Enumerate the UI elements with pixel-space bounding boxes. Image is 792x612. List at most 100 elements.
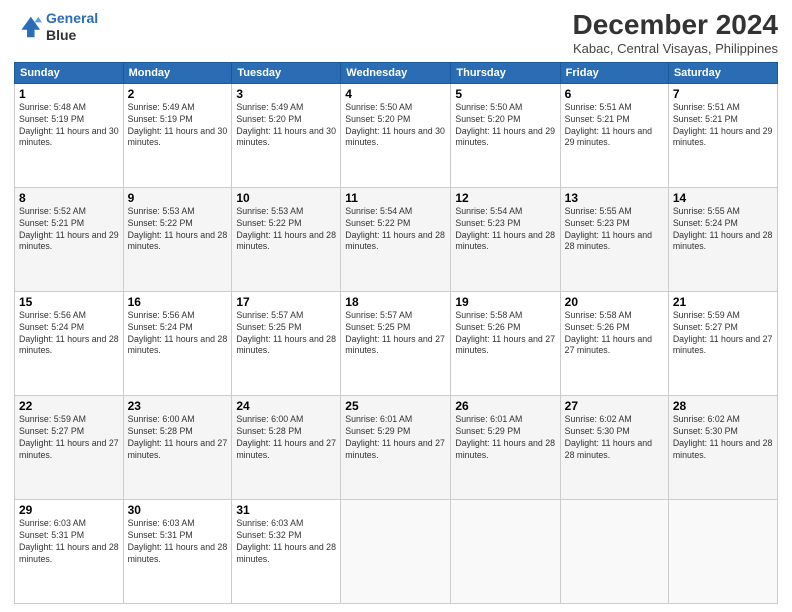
day-info: Sunrise: 5:51 AM Sunset: 5:21 PM Dayligh…	[673, 102, 773, 150]
calendar-cell: 6 Sunrise: 5:51 AM Sunset: 5:21 PM Dayli…	[560, 83, 668, 187]
day-number: 22	[19, 399, 119, 413]
main-title: December 2024	[573, 10, 778, 41]
day-info: Sunrise: 5:49 AM Sunset: 5:19 PM Dayligh…	[128, 102, 228, 150]
calendar-cell: 17 Sunrise: 5:57 AM Sunset: 5:25 PM Dayl…	[232, 291, 341, 395]
day-info: Sunrise: 5:51 AM Sunset: 5:21 PM Dayligh…	[565, 102, 664, 150]
logo: General Blue	[14, 10, 98, 44]
day-number: 31	[236, 503, 336, 517]
day-info: Sunrise: 5:55 AM Sunset: 5:24 PM Dayligh…	[673, 206, 773, 254]
calendar-cell: 29 Sunrise: 6:03 AM Sunset: 5:31 PM Dayl…	[15, 499, 124, 603]
day-info: Sunrise: 5:56 AM Sunset: 5:24 PM Dayligh…	[128, 310, 228, 358]
calendar-cell: 1 Sunrise: 5:48 AM Sunset: 5:19 PM Dayli…	[15, 83, 124, 187]
day-number: 9	[128, 191, 228, 205]
day-info: Sunrise: 6:03 AM Sunset: 5:32 PM Dayligh…	[236, 518, 336, 566]
day-number: 1	[19, 87, 119, 101]
day-info: Sunrise: 5:58 AM Sunset: 5:26 PM Dayligh…	[565, 310, 664, 358]
day-info: Sunrise: 6:00 AM Sunset: 5:28 PM Dayligh…	[236, 414, 336, 462]
calendar-cell: 12 Sunrise: 5:54 AM Sunset: 5:23 PM Dayl…	[451, 187, 560, 291]
col-tuesday: Tuesday	[232, 62, 341, 83]
day-info: Sunrise: 5:58 AM Sunset: 5:26 PM Dayligh…	[455, 310, 555, 358]
calendar-cell: 18 Sunrise: 5:57 AM Sunset: 5:25 PM Dayl…	[341, 291, 451, 395]
day-number: 27	[565, 399, 664, 413]
calendar-cell: 15 Sunrise: 5:56 AM Sunset: 5:24 PM Dayl…	[15, 291, 124, 395]
day-number: 6	[565, 87, 664, 101]
calendar-cell: 27 Sunrise: 6:02 AM Sunset: 5:30 PM Dayl…	[560, 395, 668, 499]
calendar-cell: 21 Sunrise: 5:59 AM Sunset: 5:27 PM Dayl…	[668, 291, 777, 395]
day-info: Sunrise: 6:03 AM Sunset: 5:31 PM Dayligh…	[19, 518, 119, 566]
day-number: 29	[19, 503, 119, 517]
col-sunday: Sunday	[15, 62, 124, 83]
calendar-week-row: 8 Sunrise: 5:52 AM Sunset: 5:21 PM Dayli…	[15, 187, 778, 291]
header: General Blue December 2024 Kabac, Centra…	[14, 10, 778, 56]
calendar-cell: 16 Sunrise: 5:56 AM Sunset: 5:24 PM Dayl…	[123, 291, 232, 395]
day-number: 28	[673, 399, 773, 413]
calendar-cell: 2 Sunrise: 5:49 AM Sunset: 5:19 PM Dayli…	[123, 83, 232, 187]
day-info: Sunrise: 6:02 AM Sunset: 5:30 PM Dayligh…	[673, 414, 773, 462]
day-info: Sunrise: 5:50 AM Sunset: 5:20 PM Dayligh…	[345, 102, 446, 150]
day-info: Sunrise: 5:54 AM Sunset: 5:23 PM Dayligh…	[455, 206, 555, 254]
page: General Blue December 2024 Kabac, Centra…	[0, 0, 792, 612]
day-number: 7	[673, 87, 773, 101]
day-number: 3	[236, 87, 336, 101]
calendar-cell	[451, 499, 560, 603]
day-info: Sunrise: 5:55 AM Sunset: 5:23 PM Dayligh…	[565, 206, 664, 254]
day-info: Sunrise: 6:01 AM Sunset: 5:29 PM Dayligh…	[455, 414, 555, 462]
day-info: Sunrise: 5:59 AM Sunset: 5:27 PM Dayligh…	[673, 310, 773, 358]
day-info: Sunrise: 5:54 AM Sunset: 5:22 PM Dayligh…	[345, 206, 446, 254]
calendar-cell: 8 Sunrise: 5:52 AM Sunset: 5:21 PM Dayli…	[15, 187, 124, 291]
calendar-week-row: 29 Sunrise: 6:03 AM Sunset: 5:31 PM Dayl…	[15, 499, 778, 603]
day-number: 21	[673, 295, 773, 309]
col-monday: Monday	[123, 62, 232, 83]
day-info: Sunrise: 6:03 AM Sunset: 5:31 PM Dayligh…	[128, 518, 228, 566]
calendar-cell	[341, 499, 451, 603]
day-info: Sunrise: 6:02 AM Sunset: 5:30 PM Dayligh…	[565, 414, 664, 462]
day-info: Sunrise: 5:49 AM Sunset: 5:20 PM Dayligh…	[236, 102, 336, 150]
day-info: Sunrise: 5:50 AM Sunset: 5:20 PM Dayligh…	[455, 102, 555, 150]
calendar-cell: 22 Sunrise: 5:59 AM Sunset: 5:27 PM Dayl…	[15, 395, 124, 499]
day-number: 8	[19, 191, 119, 205]
day-number: 25	[345, 399, 446, 413]
calendar-cell: 31 Sunrise: 6:03 AM Sunset: 5:32 PM Dayl…	[232, 499, 341, 603]
logo-icon	[14, 13, 42, 41]
calendar-cell: 7 Sunrise: 5:51 AM Sunset: 5:21 PM Dayli…	[668, 83, 777, 187]
calendar-cell: 13 Sunrise: 5:55 AM Sunset: 5:23 PM Dayl…	[560, 187, 668, 291]
day-number: 13	[565, 191, 664, 205]
day-number: 2	[128, 87, 228, 101]
subtitle: Kabac, Central Visayas, Philippines	[573, 41, 778, 56]
calendar-cell: 28 Sunrise: 6:02 AM Sunset: 5:30 PM Dayl…	[668, 395, 777, 499]
day-number: 11	[345, 191, 446, 205]
calendar-week-row: 22 Sunrise: 5:59 AM Sunset: 5:27 PM Dayl…	[15, 395, 778, 499]
calendar-cell: 25 Sunrise: 6:01 AM Sunset: 5:29 PM Dayl…	[341, 395, 451, 499]
day-number: 26	[455, 399, 555, 413]
day-number: 14	[673, 191, 773, 205]
calendar-cell	[560, 499, 668, 603]
day-info: Sunrise: 5:56 AM Sunset: 5:24 PM Dayligh…	[19, 310, 119, 358]
col-friday: Friday	[560, 62, 668, 83]
calendar-cell: 10 Sunrise: 5:53 AM Sunset: 5:22 PM Dayl…	[232, 187, 341, 291]
calendar-cell: 11 Sunrise: 5:54 AM Sunset: 5:22 PM Dayl…	[341, 187, 451, 291]
day-info: Sunrise: 5:59 AM Sunset: 5:27 PM Dayligh…	[19, 414, 119, 462]
calendar-cell: 5 Sunrise: 5:50 AM Sunset: 5:20 PM Dayli…	[451, 83, 560, 187]
day-number: 19	[455, 295, 555, 309]
day-info: Sunrise: 6:01 AM Sunset: 5:29 PM Dayligh…	[345, 414, 446, 462]
day-number: 24	[236, 399, 336, 413]
calendar-header-row: Sunday Monday Tuesday Wednesday Thursday…	[15, 62, 778, 83]
day-number: 17	[236, 295, 336, 309]
day-info: Sunrise: 5:53 AM Sunset: 5:22 PM Dayligh…	[236, 206, 336, 254]
day-info: Sunrise: 5:48 AM Sunset: 5:19 PM Dayligh…	[19, 102, 119, 150]
day-number: 30	[128, 503, 228, 517]
calendar-cell: 20 Sunrise: 5:58 AM Sunset: 5:26 PM Dayl…	[560, 291, 668, 395]
calendar-cell: 26 Sunrise: 6:01 AM Sunset: 5:29 PM Dayl…	[451, 395, 560, 499]
day-number: 4	[345, 87, 446, 101]
calendar-cell: 9 Sunrise: 5:53 AM Sunset: 5:22 PM Dayli…	[123, 187, 232, 291]
day-number: 23	[128, 399, 228, 413]
calendar-cell: 30 Sunrise: 6:03 AM Sunset: 5:31 PM Dayl…	[123, 499, 232, 603]
title-block: December 2024 Kabac, Central Visayas, Ph…	[573, 10, 778, 56]
col-wednesday: Wednesday	[341, 62, 451, 83]
calendar-cell	[668, 499, 777, 603]
calendar-cell: 4 Sunrise: 5:50 AM Sunset: 5:20 PM Dayli…	[341, 83, 451, 187]
day-number: 10	[236, 191, 336, 205]
day-number: 20	[565, 295, 664, 309]
day-number: 18	[345, 295, 446, 309]
calendar-table: Sunday Monday Tuesday Wednesday Thursday…	[14, 62, 778, 604]
